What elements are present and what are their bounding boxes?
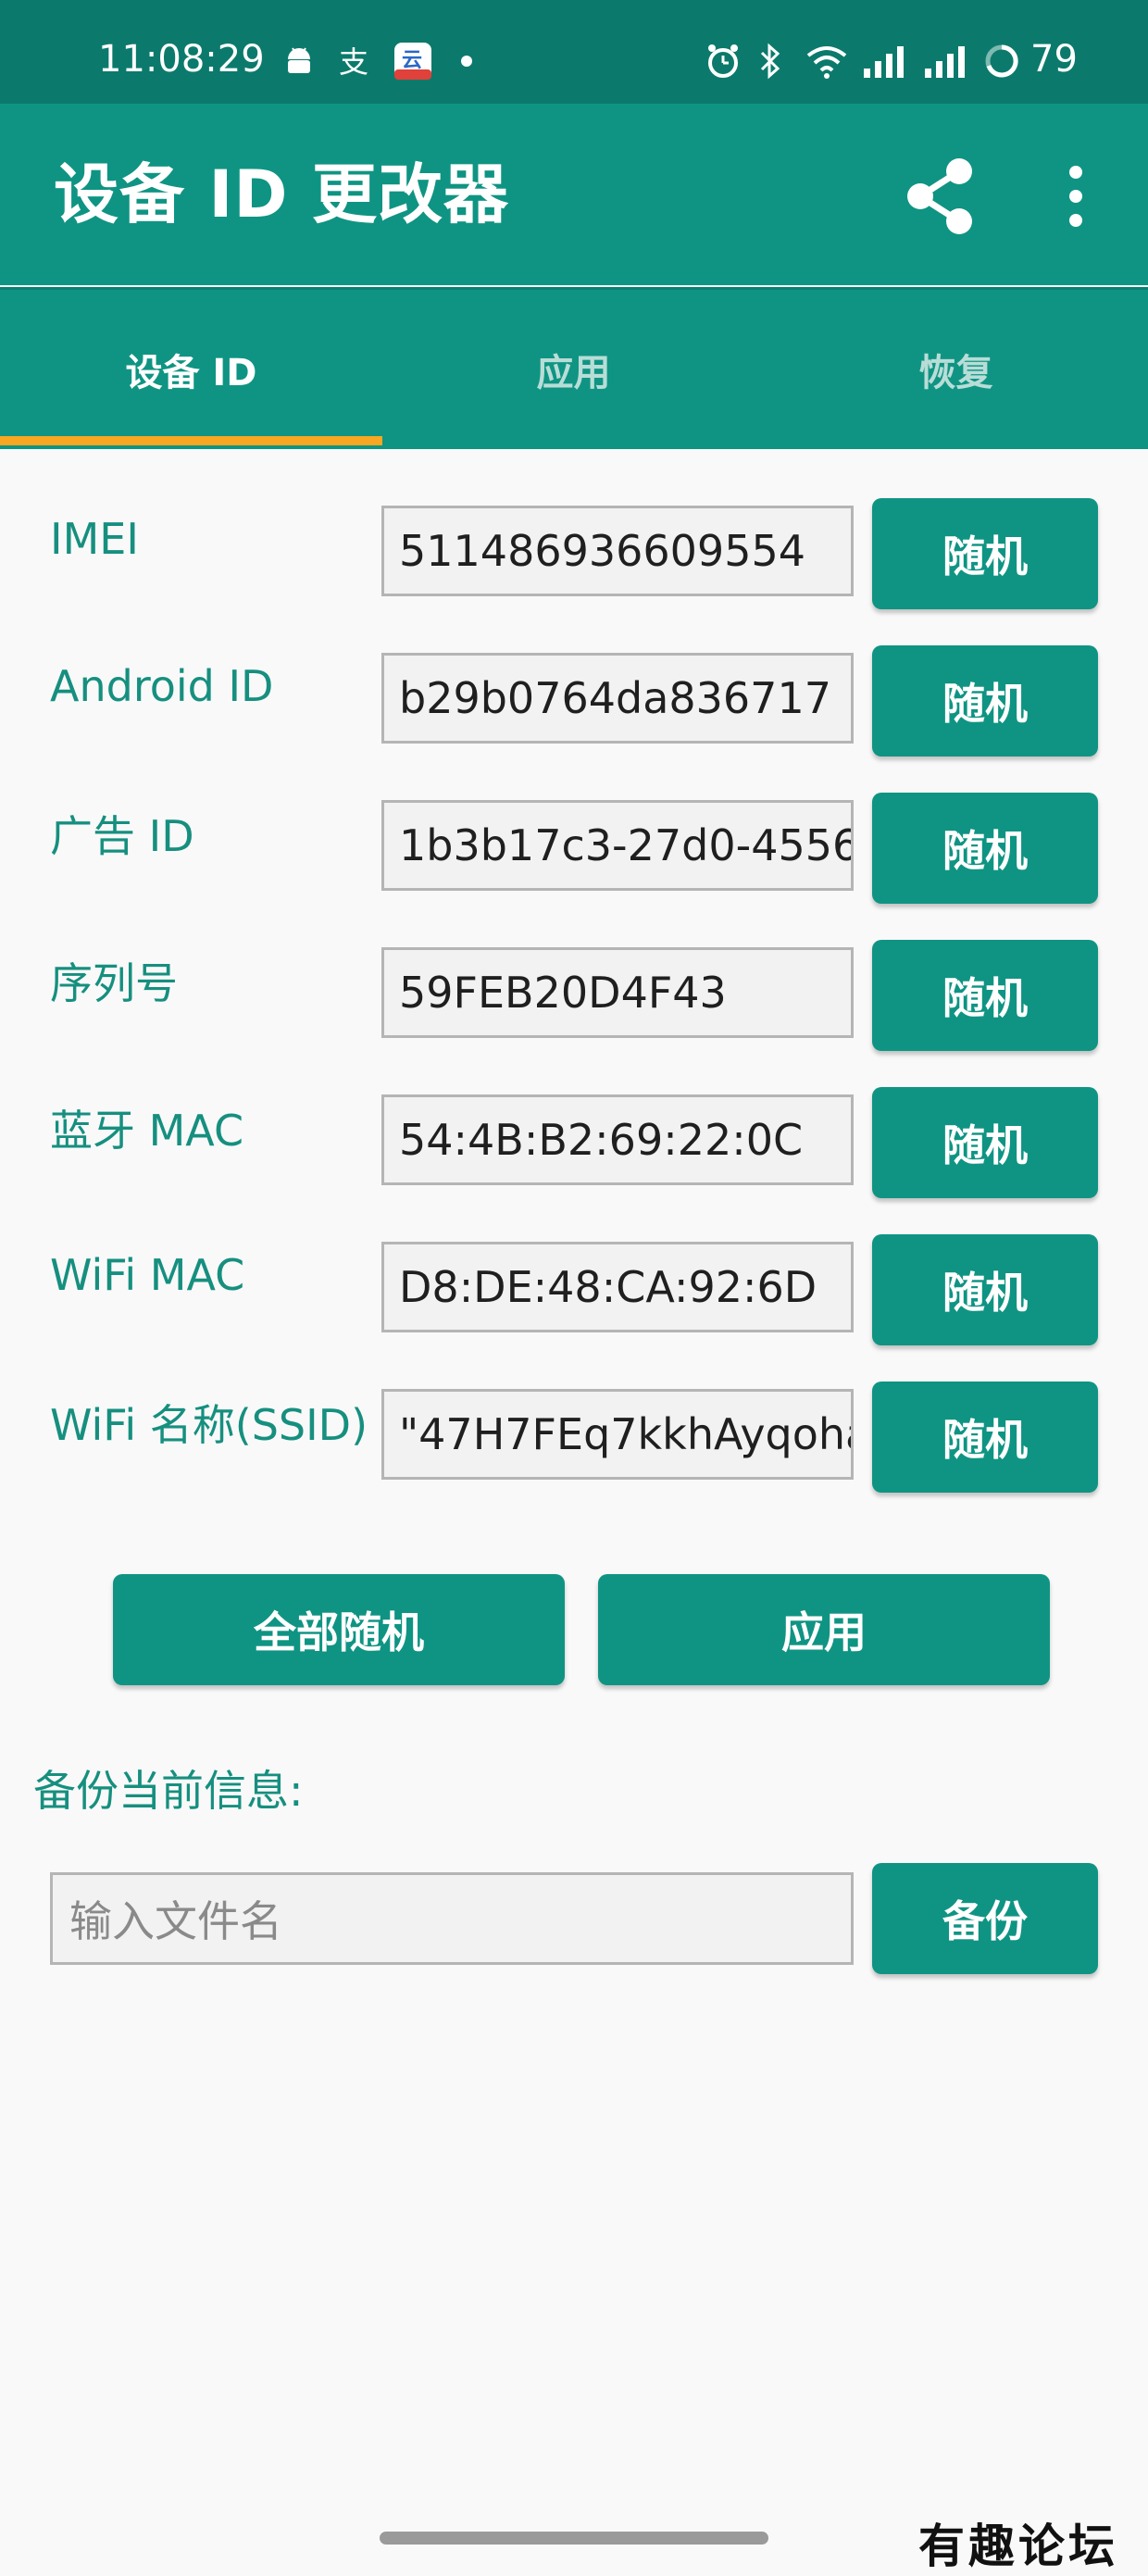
randomize-wifi-mac-button[interactable]: 随机 bbox=[872, 1234, 1098, 1345]
field-row-android-id: Android ID b29b0764da836717 随机 bbox=[0, 629, 1148, 757]
filename-input[interactable]: 输入文件名 bbox=[50, 1872, 854, 1965]
tab-restore[interactable]: 恢复 bbox=[765, 290, 1147, 449]
android-icon bbox=[283, 43, 315, 80]
tab-bar: 设备 ID 应用 恢复 bbox=[0, 287, 1148, 449]
battery-level: 79 bbox=[1030, 38, 1078, 81]
imei-field[interactable]: 511486936609554 bbox=[381, 506, 854, 596]
randomize-android-id-button[interactable]: 随机 bbox=[872, 645, 1098, 757]
field-label: 蓝牙 MAC bbox=[50, 1106, 244, 1156]
field-label: 序列号 bbox=[50, 958, 178, 1008]
alarm-icon bbox=[704, 43, 742, 80]
field-label: WiFi MAC bbox=[50, 1250, 245, 1300]
wifi-icon bbox=[804, 43, 850, 80]
field-row-serial: 序列号 59FEB20D4F43 随机 bbox=[0, 923, 1148, 1051]
alipay-icon: 支 bbox=[335, 43, 376, 80]
randomize-serial-button[interactable]: 随机 bbox=[872, 940, 1098, 1051]
field-row-bluetooth-mac: 蓝牙 MAC 54:4B:B2:69:22:0C 随机 bbox=[0, 1070, 1148, 1198]
randomize-all-button[interactable]: 全部随机 bbox=[113, 1574, 565, 1685]
status-time: 11:08:29 bbox=[98, 38, 265, 81]
randomize-wifi-ssid-button[interactable]: 随机 bbox=[872, 1382, 1098, 1493]
field-label: IMEI bbox=[50, 514, 139, 564]
randomize-bluetooth-mac-button[interactable]: 随机 bbox=[872, 1087, 1098, 1198]
ad-id-field[interactable]: 1b3b17c3-27d0-4556 bbox=[381, 800, 854, 891]
more-vert-icon[interactable] bbox=[1055, 159, 1096, 233]
share-icon[interactable] bbox=[898, 155, 981, 238]
status-bar: 11:08:29 支 云 79 bbox=[0, 0, 1148, 104]
bluetooth-mac-field[interactable]: 54:4B:B2:69:22:0C bbox=[381, 1094, 854, 1185]
wifi-mac-field[interactable]: D8:DE:48:CA:92:6D bbox=[381, 1242, 854, 1332]
field-row-wifi-mac: WiFi MAC D8:DE:48:CA:92:6D 随机 bbox=[0, 1218, 1148, 1345]
field-row-wifi-ssid: WiFi 名称(SSID) "47H7FEq7kkhAyqoha 随机 bbox=[0, 1365, 1148, 1493]
watermark: 有趣论坛 bbox=[918, 2519, 1118, 2573]
backup-button[interactable]: 备份 bbox=[872, 1863, 1098, 1974]
dot-icon bbox=[457, 43, 476, 80]
tab-indicator bbox=[0, 436, 382, 445]
android-id-field[interactable]: b29b0764da836717 bbox=[381, 653, 854, 744]
app-title: 设备 ID 更改器 bbox=[54, 156, 509, 232]
wifi-ssid-field[interactable]: "47H7FEq7kkhAyqoha bbox=[381, 1389, 854, 1480]
apply-button[interactable]: 应用 bbox=[598, 1574, 1050, 1685]
tab-device-id[interactable]: 设备 ID bbox=[0, 290, 382, 449]
home-indicator[interactable] bbox=[380, 2532, 768, 2545]
serial-field[interactable]: 59FEB20D4F43 bbox=[381, 947, 854, 1038]
randomize-imei-button[interactable]: 随机 bbox=[872, 498, 1098, 609]
backup-section-label: 备份当前信息: bbox=[33, 1766, 304, 1816]
field-row-imei: IMEI 511486936609554 随机 bbox=[0, 481, 1148, 609]
field-row-ad-id: 广告 ID 1b3b17c3-27d0-4556 随机 bbox=[0, 776, 1148, 904]
bluetooth-icon bbox=[754, 43, 787, 80]
field-label: 广告 ID bbox=[50, 811, 194, 861]
field-label: Android ID bbox=[50, 661, 274, 711]
randomize-ad-id-button[interactable]: 随机 bbox=[872, 793, 1098, 904]
tab-apps[interactable]: 应用 bbox=[382, 290, 765, 449]
svg-text:云: 云 bbox=[402, 49, 422, 72]
signal-icon bbox=[922, 43, 972, 80]
cloud-app-icon: 云 bbox=[393, 43, 433, 80]
svg-text:支: 支 bbox=[339, 44, 368, 78]
signal-icon bbox=[861, 43, 911, 80]
app-bar: 设备 ID 更改器 bbox=[0, 104, 1148, 285]
field-label: WiFi 名称(SSID) bbox=[50, 1400, 368, 1450]
battery-ring-icon bbox=[981, 43, 1022, 80]
